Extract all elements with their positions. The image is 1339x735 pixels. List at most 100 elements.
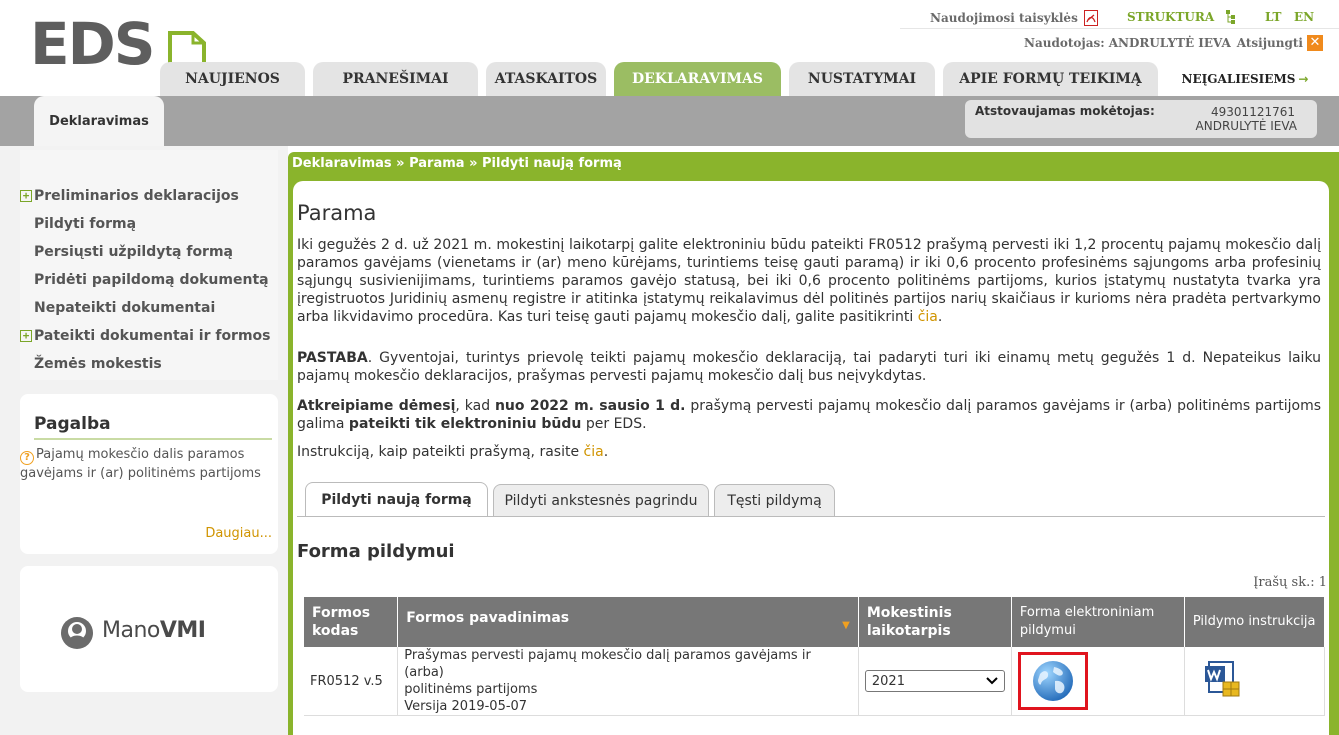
rules-link[interactable]: Naudojimosi taisyklės	[930, 10, 1098, 26]
tab-naujienos[interactable]: NAUJIENOS	[160, 62, 305, 96]
sidebar-item-pildyti[interactable]: Pildyti formą	[34, 216, 136, 232]
sidebar-item-zemes-mokestis[interactable]: Žemės mokestis	[34, 356, 162, 372]
pdf-icon	[1083, 10, 1098, 26]
col-header-code[interactable]: Formos kodas	[304, 597, 399, 647]
breadcrumb[interactable]: Deklaravimas » Parama » Pildyti naują fo…	[292, 156, 622, 171]
lang-en-link[interactable]: EN	[1294, 10, 1314, 24]
help-topic-label: Pajamų mokesčio dalis paramos gavėjams i…	[20, 447, 261, 481]
word-document-icon[interactable]	[1204, 660, 1241, 698]
col-header-name[interactable]: Formos pavadinimas ▼	[397, 597, 859, 647]
open-electronic-form-button[interactable]	[1017, 652, 1088, 710]
sidebar-item-persiusti[interactable]: Persiųsti užpildytą formą	[34, 244, 233, 260]
expand-plus-icon[interactable]: +	[20, 190, 32, 202]
table-row: FR0512 v.5 Prašymas pervesti pajamų moke…	[304, 647, 1326, 716]
main-panel: Deklaravimas » Parama » Pildyti naują fo…	[288, 152, 1339, 735]
sidebar-item-preliminarios[interactable]: + Preliminarios deklaracijos	[20, 188, 239, 204]
sidebar-item-nepateikti[interactable]: Nepateikti dokumentai	[34, 300, 215, 316]
logout-icon[interactable]: ✕	[1307, 35, 1323, 51]
record-count: Įrašų sk.: 1	[1253, 575, 1327, 590]
col-header-electronic: Forma elektroniniam pildymui	[1011, 597, 1185, 647]
tab-pranesimai[interactable]: PRANEŠIMAI	[313, 62, 478, 96]
tab-from-previous[interactable]: Pildyti ankstesnės pagrindu	[493, 484, 709, 516]
payer-id: 49301121761	[1211, 105, 1295, 119]
attention-label: Atkreipiame dėmesį	[297, 398, 456, 414]
manovmi-prefix: Mano	[102, 618, 160, 643]
tab-nustatymai[interactable]: NUSTATYMAI	[789, 62, 935, 96]
form-name-line: Prašymas pervesti pajamų mokesčio dalį p…	[404, 648, 811, 680]
sidebar-menu: + Preliminarios deklaracijos Pildyti form…	[20, 150, 278, 380]
table-header-row: Formos kodas Formos pavadinimas ▼ Mokesti…	[304, 597, 1326, 647]
payer-box: Atstovaujamas mokėtojas: 49301121761 AND…	[965, 100, 1317, 138]
logout-link[interactable]: Atsijungti	[1237, 36, 1303, 50]
instruction-text: Instrukciją, kaip pateikti prašymą, rasi…	[297, 444, 580, 460]
struktura-label: STRUKTURA	[1127, 10, 1215, 24]
tab-continue[interactable]: Tęsti pildymą	[714, 484, 835, 516]
header: EDS Naudojimosi taisyklės STRUKTURA LT E…	[0, 0, 1339, 96]
notice-label: PASTABA	[297, 350, 368, 366]
arrow-right-icon: →	[1298, 72, 1309, 86]
globe-icon	[1032, 661, 1073, 701]
struktura-link[interactable]: STRUKTURA	[1127, 10, 1236, 24]
col-header-period[interactable]: Mokestinis laikotarpis	[858, 597, 1012, 647]
rules-label: Naudojimosi taisyklės	[930, 11, 1078, 25]
user-info: Naudotojas: ANDRULYTĖ IEVA Atsijungti ✕	[1024, 32, 1323, 54]
attention-paragraph: Atkreipiame dėmesį, kad nuo 2022 m. saus…	[297, 397, 1321, 433]
attention-date: nuo 2022 m. sausio 1 d.	[494, 398, 686, 414]
help-more-link[interactable]: Daugiau...	[205, 526, 272, 541]
accessible-link[interactable]: NEĮGALIESIEMS →	[1160, 62, 1330, 96]
form-name-line: politinėms partijoms	[404, 682, 538, 697]
notice-paragraph: PASTABA. Gyventojai, turintys prievolę t…	[297, 349, 1321, 385]
cell-name: Prašymas pervesti pajamų mokesčio dalį p…	[397, 647, 859, 716]
lang-lt-link[interactable]: LT	[1265, 10, 1281, 24]
chevron-down-icon	[986, 677, 998, 685]
question-icon: ?	[20, 451, 34, 465]
attention-electronic: pateikti tik elektroniniu būdu	[348, 416, 582, 432]
period-select[interactable]: 2021	[864, 670, 1005, 692]
check-eligibility-link[interactable]: čia	[918, 309, 938, 325]
instruction-link[interactable]: čia	[584, 444, 604, 460]
help-box: Pagalba ? Pajamų mokesčio dalis paramos g…	[20, 394, 278, 554]
period-value: 2021	[871, 673, 905, 689]
tab-label: APIE FORMŲ TEIKIMĄ	[959, 71, 1142, 87]
cell-instructions	[1184, 647, 1326, 716]
sidebar-item-prideti[interactable]: Pridėti papildomą dokumentą	[34, 272, 269, 288]
notice-text: . Gyventojai, turintys prievolę teikti p…	[297, 350, 1321, 384]
header-divider	[900, 28, 1339, 29]
cell-period: 2021	[858, 647, 1012, 716]
help-divider	[34, 438, 272, 440]
info-text: Iki gegužės 2 d. už 2021 m. mokestinį la…	[297, 237, 1321, 325]
col-header-instructions: Pildymo instrukcija	[1184, 597, 1326, 647]
tab-apie-formu-teikima[interactable]: APIE FORMŲ TEIKIMĄ	[943, 62, 1158, 96]
user-prefix: Naudotojas:	[1023, 36, 1105, 50]
expand-plus-icon[interactable]: +	[20, 330, 32, 342]
form-version: Versija 2019-05-07	[404, 699, 528, 714]
accessible-label: NEĮGALIESIEMS	[1181, 72, 1296, 86]
document-icon	[168, 31, 206, 64]
tab-ataskaitos[interactable]: ATASKAITOS	[486, 62, 606, 96]
subtab-deklaravimas[interactable]: Deklaravimas	[34, 96, 164, 146]
main-nav: NAUJIENOS PRANEŠIMAI ATASKAITOS DEKLARAV…	[0, 62, 1339, 96]
tab-label: PRANEŠIMAI	[342, 71, 449, 87]
cell-electronic	[1011, 647, 1185, 716]
manovmi-logo-text: ManoVMI	[102, 618, 206, 643]
attention-text: , kad	[455, 398, 495, 414]
attention-text: per EDS.	[581, 416, 647, 432]
help-topic-link[interactable]: ? Pajamų mokesčio dalis paramos gavėjams …	[20, 446, 270, 482]
tabs-underline	[297, 516, 1325, 517]
tab-label: NUSTATYMAI	[807, 71, 917, 87]
manovmi-suffix: VMI	[159, 618, 206, 643]
sort-down-icon[interactable]: ▼	[842, 617, 850, 635]
user-name: ANDRULYTĖ IEVA	[1108, 36, 1231, 50]
tab-label: ATASKAITOS	[494, 71, 598, 87]
forms-table: Formos kodas Formos pavadinimas ▼ Mokesti…	[304, 597, 1326, 716]
sidebar-item-label: Pateikti dokumentai ir formos	[34, 328, 271, 344]
sidebar-item-pateikti[interactable]: + Pateikti dokumentai ir formos	[20, 328, 271, 344]
manovmi-banner[interactable]: ManoVMI	[20, 566, 278, 692]
sitemap-icon	[1226, 10, 1236, 24]
tab-deklaravimas[interactable]: DEKLARAVIMAS	[614, 62, 781, 96]
tab-label: DEKLARAVIMAS	[631, 71, 764, 87]
cell-code: FR0512 v.5	[304, 647, 399, 716]
instruction-paragraph: Instrukciją, kaip pateikti prašymą, rasi…	[297, 444, 609, 460]
tab-new-form[interactable]: Pildyti naują formą	[305, 482, 488, 517]
sub-bar: Deklaravimas Atstovaujamas mokėtojas: 49…	[0, 96, 1339, 146]
